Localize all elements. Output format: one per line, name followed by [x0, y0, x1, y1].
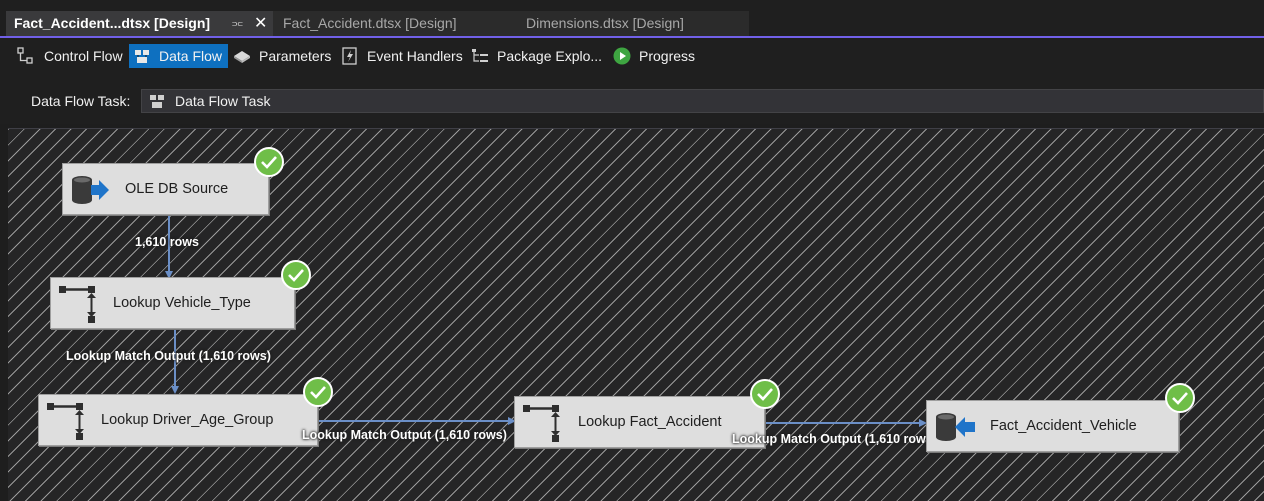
event-handlers-icon [342, 47, 357, 65]
tab-control-flow[interactable]: Control Flow [16, 44, 124, 68]
doc-tab-fact-accident[interactable]: Fact_Accident.dtsx [Design] [273, 11, 516, 36]
parameters-icon [234, 51, 250, 63]
component-lookup-fact-accident[interactable]: Lookup Fact_Accident [514, 396, 765, 448]
tab-label: Package Explo... [497, 48, 603, 64]
package-explorer-icon [472, 49, 488, 62]
designer-tab-bar: Control Flow Data Flow Parameters Event … [0, 40, 1264, 72]
close-icon[interactable]: ✕ [254, 11, 267, 36]
component-lookup-driver-age-group[interactable]: Lookup Driver_Age_Group [38, 394, 318, 446]
tab-label: Data Flow [159, 48, 223, 64]
data-flow-icon [135, 50, 149, 63]
doc-tab-dimensions[interactable]: Dimensions.dtsx [Design] [516, 11, 749, 36]
data-flow-icon [150, 95, 164, 108]
tab-label: Progress [639, 48, 696, 64]
data-flow-canvas[interactable]: OLE DB Source 1,610 rows Lookup Vehicle_… [8, 128, 1264, 501]
ole-db-source-icon [72, 176, 109, 204]
path-label-rows: 1,610 rows [135, 235, 199, 249]
pin-icon[interactable]: ⫗ [232, 11, 243, 36]
path-label-match-output: Lookup Match Output (1,610 rows) [732, 432, 937, 446]
component-fact-accident-vehicle[interactable]: Fact_Accident_Vehicle [926, 400, 1179, 452]
data-flow-task-select[interactable]: Data Flow Task [141, 89, 1264, 113]
success-check-icon [750, 379, 780, 409]
component-label: OLE DB Source [125, 181, 229, 197]
component-label: Lookup Driver_Age_Group [101, 412, 274, 428]
lookup-icon [47, 403, 84, 440]
tab-progress[interactable]: Progress [613, 44, 703, 68]
data-flow-task-bar: Data Flow Task: Data Flow Task [0, 72, 1264, 124]
tab-data-flow[interactable]: Data Flow [129, 44, 228, 68]
tab-package-explorer[interactable]: Package Explo... [471, 44, 603, 68]
doc-tab-label: Fact_Accident...dtsx [Design] [14, 15, 211, 31]
tab-event-handlers[interactable]: Event Handlers [341, 44, 463, 68]
path-label-match-output: Lookup Match Output (1,610 rows) [66, 349, 271, 363]
tab-label: Control Flow [44, 48, 123, 64]
lookup-icon [59, 286, 96, 323]
document-tab-bar: Fact_Accident...dtsx [Design] ⫗ ✕ Fact_A… [0, 0, 1264, 38]
component-label: Fact_Accident_Vehicle [990, 418, 1137, 434]
progress-icon [613, 47, 631, 65]
success-check-icon [303, 377, 333, 407]
ole-db-destination-icon [936, 413, 975, 441]
component-label: Lookup Vehicle_Type [113, 295, 251, 311]
doc-tab-label: Fact_Accident.dtsx [Design] [283, 15, 457, 31]
tab-parameters[interactable]: Parameters [233, 44, 333, 68]
data-flow-task-label: Data Flow Task: [31, 93, 131, 109]
doc-tab-fact-accident-vehicle[interactable]: Fact_Accident...dtsx [Design] ⫗ ✕ [6, 11, 273, 36]
success-check-icon [1165, 383, 1195, 413]
tab-label: Event Handlers [367, 48, 463, 64]
success-check-icon [281, 260, 311, 290]
component-ole-db-source[interactable]: OLE DB Source [62, 163, 269, 215]
component-lookup-vehicle-type[interactable]: Lookup Vehicle_Type [50, 277, 295, 329]
success-check-icon [254, 147, 284, 177]
control-flow-icon [17, 47, 33, 64]
data-flow-task-value: Data Flow Task [175, 93, 271, 109]
component-label: Lookup Fact_Accident [578, 414, 722, 430]
tab-label: Parameters [259, 48, 332, 64]
lookup-icon [523, 405, 560, 442]
doc-tab-label: Dimensions.dtsx [Design] [526, 15, 684, 31]
path-label-match-output: Lookup Match Output (1,610 rows) [302, 428, 507, 442]
